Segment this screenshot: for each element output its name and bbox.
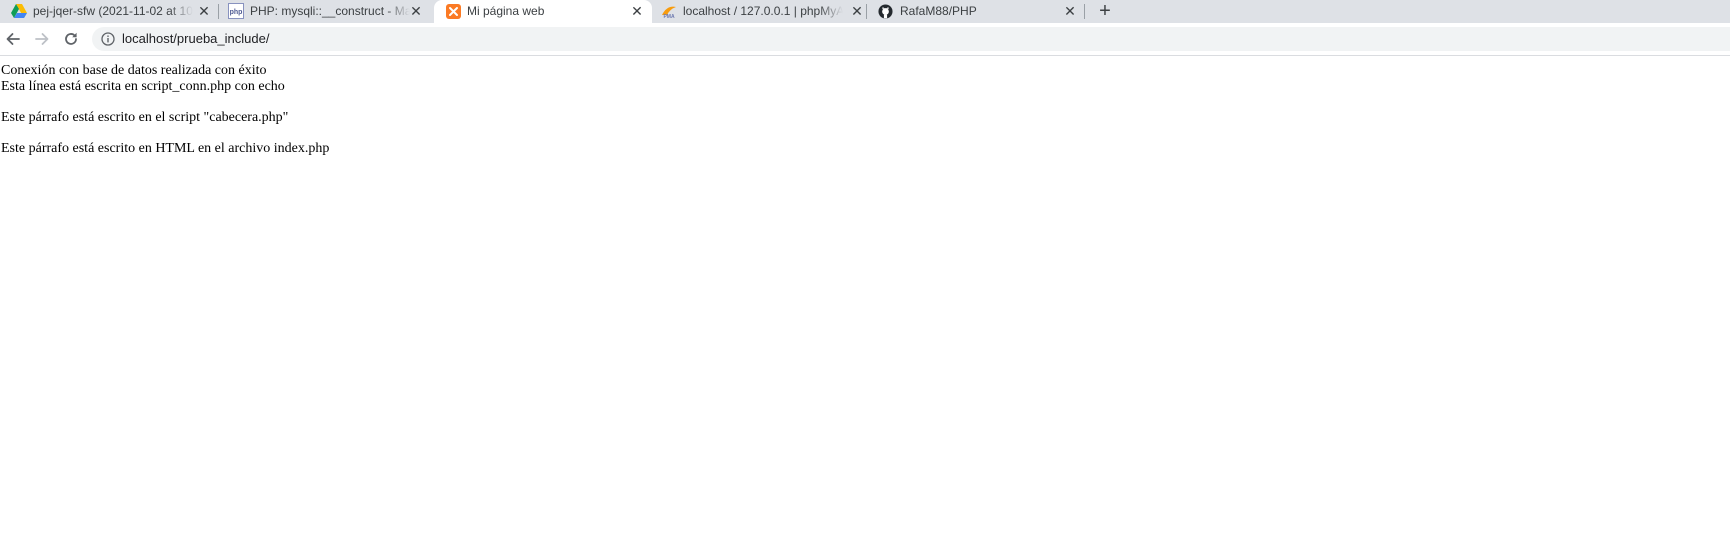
connection-message: Conexión con base de datos realizada con…: [1, 63, 267, 78]
phpmyadmin-icon: PMA: [661, 3, 677, 19]
plus-icon: +: [1099, 0, 1111, 22]
tab-drive[interactable]: pej-jqer-sfw (2021-11-02 at 10:05 ✕: [0, 0, 218, 23]
xampp-icon: [445, 3, 461, 19]
reload-button[interactable]: [59, 28, 83, 50]
tab-title: RafaM88/PHP: [900, 4, 977, 18]
tab-title: pej-jqer-sfw (2021-11-02 at 10:05: [33, 4, 193, 18]
page-content: Conexión con base de datos realizada con…: [1, 63, 329, 157]
index-paragraph: Este párrafo está escrito en HTML en el …: [1, 141, 330, 156]
tab-strip: pej-jqer-sfw (2021-11-02 at 10:05 ✕ php …: [0, 0, 1730, 23]
close-icon[interactable]: ✕: [849, 3, 865, 19]
forward-arrow-icon: [35, 33, 49, 45]
github-icon: [877, 3, 893, 19]
back-button[interactable]: [1, 28, 25, 50]
tab-separator: [1084, 4, 1085, 19]
close-icon[interactable]: ✕: [629, 3, 645, 19]
svg-text:php: php: [230, 9, 243, 16]
tab-php-manual[interactable]: php PHP: mysqli::__construct - Manual ✕: [219, 0, 433, 23]
back-arrow-icon: [6, 33, 20, 45]
tab-github[interactable]: RafaM88/PHP ✕: [867, 0, 1084, 23]
new-tab-button[interactable]: +: [1095, 0, 1115, 23]
close-icon[interactable]: ✕: [196, 3, 212, 19]
close-icon[interactable]: ✕: [1062, 3, 1078, 19]
tab-title: PHP: mysqli::__construct - Manual: [250, 4, 410, 18]
echo-line: Esta línea está escrita en script_conn.p…: [1, 79, 285, 94]
info-icon[interactable]: [101, 32, 115, 46]
google-drive-icon: [11, 3, 27, 19]
address-bar[interactable]: [92, 27, 1730, 51]
php-icon: php: [228, 3, 244, 19]
reload-icon: [65, 32, 77, 45]
close-icon[interactable]: ✕: [408, 3, 424, 19]
tab-title: localhost / 127.0.0.1 | phpMyAdmin: [683, 4, 843, 18]
forward-button[interactable]: [30, 28, 54, 50]
tab-title: Mi página web: [467, 4, 545, 18]
header-paragraph: Este párrafo está escrito en el script "…: [1, 110, 289, 125]
url-text[interactable]: localhost/prueba_include/: [122, 31, 269, 47]
tab-phpmyadmin[interactable]: PMA localhost / 127.0.0.1 | phpMyAdmin ✕: [652, 0, 866, 23]
svg-text:PMA: PMA: [663, 14, 675, 19]
tab-mi-pagina-web[interactable]: Mi página web ✕: [434, 0, 652, 23]
